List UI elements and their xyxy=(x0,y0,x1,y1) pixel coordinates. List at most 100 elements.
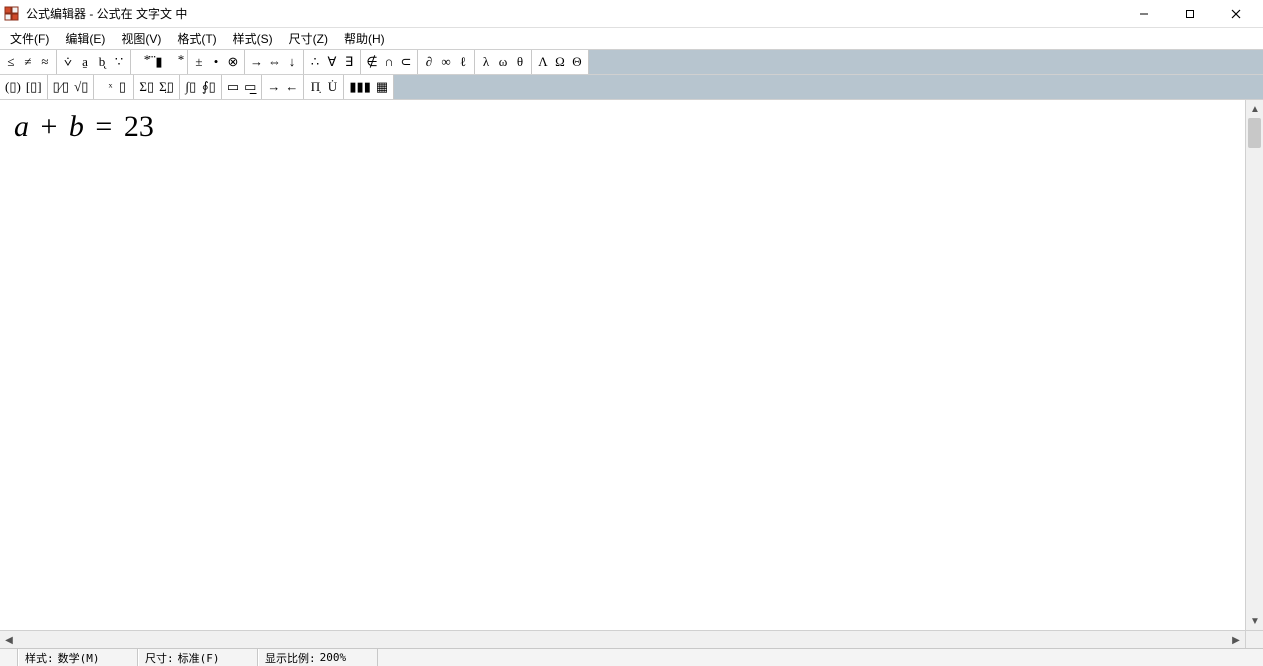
labeled-arrow-right-icon[interactable]: → xyxy=(266,78,281,96)
horizontal-scrollbar[interactable]: ◀ ▶ xyxy=(0,630,1245,648)
menu-edit[interactable]: 编辑(E) xyxy=(57,28,113,49)
contour-integral-template-icon[interactable]: ∮▯ xyxy=(201,78,217,96)
scroll-track-horizontal[interactable] xyxy=(18,631,1227,648)
matrix-grid-template-icon[interactable]: ▦ xyxy=(375,78,389,96)
partial-icon[interactable]: ∂ xyxy=(422,53,436,71)
scroll-up-icon[interactable]: ▲ xyxy=(1246,100,1263,118)
paren-template-icon[interactable]: (▯) xyxy=(4,78,22,96)
ell-icon[interactable]: ℓ xyxy=(456,53,470,71)
omega-icon[interactable]: ω xyxy=(496,53,510,71)
space-1-icon[interactable]: ▮⃰ xyxy=(135,53,149,71)
status-zoom-label: 显示比例: xyxy=(265,650,316,666)
Omega-icon[interactable]: Ω xyxy=(553,53,567,71)
union-template-icon[interactable]: U̇ xyxy=(325,78,339,96)
group-relations: ≤ ≠ ≈ xyxy=(0,50,57,74)
status-size-value: 标准(F) xyxy=(178,650,220,666)
toolbar-filler xyxy=(589,50,1263,74)
bracket-template-icon[interactable]: [▯] xyxy=(25,78,43,96)
status-flex xyxy=(378,649,1263,666)
therefore-icon[interactable]: ∴ xyxy=(308,53,322,71)
menu-size[interactable]: 尺寸(Z) xyxy=(281,28,336,49)
labeled-arrow-left-icon[interactable]: ← xyxy=(284,78,299,96)
intersect-icon[interactable]: ∩ xyxy=(382,53,396,71)
subset-icon[interactable]: ⊂ xyxy=(399,53,413,71)
group-logic: ∴ ∀ ∃ xyxy=(304,50,361,74)
neq-icon[interactable]: ≠ xyxy=(21,53,35,71)
group-spaces: ▮⃰ ⃛▮ ▮⃰ xyxy=(131,50,188,74)
equation-var-a: a xyxy=(14,110,29,143)
embellish-2-icon[interactable]: a̱ xyxy=(78,53,92,71)
group-fractions: ▯⁄▯ √▯ xyxy=(48,75,95,99)
status-size-label: 尺寸: xyxy=(145,650,174,666)
scroll-track-vertical[interactable] xyxy=(1246,118,1263,612)
scroll-down-icon[interactable]: ▼ xyxy=(1246,612,1263,630)
status-blank xyxy=(0,649,18,666)
radical-template-icon[interactable]: √▯ xyxy=(73,78,89,96)
group-overunder: ▭ ▭̲ xyxy=(222,75,263,99)
fraction-template-icon[interactable]: ▯⁄▯ xyxy=(52,78,70,96)
arrow-right-icon[interactable]: → xyxy=(249,53,264,71)
superscript-template-icon[interactable]: ▯ͯ xyxy=(98,78,112,96)
forall-icon[interactable]: ∀ xyxy=(325,53,339,71)
space-3-icon[interactable]: ▮⃰ xyxy=(169,53,183,71)
group-summation: Σ▯ Σ̤▯ xyxy=(134,75,179,99)
equation-plus: + xyxy=(37,110,62,143)
menu-style[interactable]: 样式(S) xyxy=(225,28,281,49)
notin-icon[interactable]: ∉ xyxy=(365,53,379,71)
group-products: Π̣ U̇ xyxy=(304,75,344,99)
minimize-button[interactable] xyxy=(1121,0,1167,28)
status-style-label: 样式: xyxy=(25,650,54,666)
iff-icon[interactable]: ⇔ xyxy=(267,53,282,71)
lambda-icon[interactable]: λ xyxy=(479,53,493,71)
status-style-value: 数学(M) xyxy=(58,650,100,666)
toolbar-filler-2 xyxy=(394,75,1263,99)
status-zoom-value: 200% xyxy=(320,651,347,664)
Lambda-icon[interactable]: Λ xyxy=(536,53,550,71)
sum-template-icon[interactable]: Σ▯ xyxy=(138,78,155,96)
product-template-icon[interactable]: Π̣ xyxy=(308,78,322,96)
scroll-thumb-vertical[interactable] xyxy=(1248,118,1261,148)
maximize-button[interactable] xyxy=(1167,0,1213,28)
embellish-1-icon[interactable]: ⩒ xyxy=(61,53,75,71)
equation[interactable]: a + b = 23 xyxy=(14,110,154,144)
status-style-panel[interactable]: 样式: 数学(M) xyxy=(18,649,138,666)
sum-limits-template-icon[interactable]: Σ̤▯ xyxy=(158,78,175,96)
equation-var-b: b xyxy=(69,110,84,143)
status-zoom-panel[interactable]: 显示比例: 200% xyxy=(258,649,378,666)
scroll-left-icon[interactable]: ◀ xyxy=(0,631,18,648)
group-operators: ± • ⊗ xyxy=(188,50,245,74)
integral-template-icon[interactable]: ∫▯ xyxy=(184,78,198,96)
menu-format[interactable]: 格式(T) xyxy=(169,28,224,49)
menu-view[interactable]: 视图(V) xyxy=(113,28,169,49)
status-size-panel[interactable]: 尺寸: 标准(F) xyxy=(138,649,258,666)
group-misc: ∂ ∞ ℓ xyxy=(418,50,475,74)
group-settheory: ∉ ∩ ⊂ xyxy=(361,50,418,74)
menu-file[interactable]: 文件(F) xyxy=(2,28,57,49)
space-2-icon[interactable]: ⃛▮ xyxy=(152,53,166,71)
menubar: 文件(F) 编辑(E) 视图(V) 格式(T) 样式(S) 尺寸(Z) 帮助(H… xyxy=(0,28,1263,50)
arrow-down-icon[interactable]: ↓ xyxy=(285,53,299,71)
menu-help[interactable]: 帮助(H) xyxy=(336,28,393,49)
infinity-icon[interactable]: ∞ xyxy=(439,53,453,71)
embellish-3-icon[interactable]: b̨ xyxy=(95,53,109,71)
overbar-template-icon[interactable]: ▭ xyxy=(226,78,240,96)
scroll-right-icon[interactable]: ▶ xyxy=(1227,631,1245,648)
embellish-4-icon[interactable]: ∵ xyxy=(112,53,126,71)
underbar-template-icon[interactable]: ▭̲ xyxy=(243,78,257,96)
equation-canvas[interactable]: a + b = 23 xyxy=(0,100,1245,630)
exists-icon[interactable]: ∃ xyxy=(342,53,356,71)
symbol-toolbar: ≤ ≠ ≈ ⩒ a̱ b̨ ∵ ▮⃰ ⃛▮ ▮⃰ ± • ⊗ → ⇔ ↓ ∴ ∀… xyxy=(0,50,1263,75)
vertical-scrollbar[interactable]: ▲ ▼ xyxy=(1245,100,1263,630)
theta-icon[interactable]: θ xyxy=(513,53,527,71)
group-fences: (▯) [▯] xyxy=(0,75,48,99)
close-button[interactable] xyxy=(1213,0,1259,28)
plusminus-icon[interactable]: ± xyxy=(192,53,206,71)
approx-icon[interactable]: ≈ xyxy=(38,53,52,71)
otimes-icon[interactable]: ⊗ xyxy=(226,53,240,71)
group-arrows: → ⇔ ↓ xyxy=(245,50,304,74)
leq-icon[interactable]: ≤ xyxy=(4,53,18,71)
subscript-template-icon[interactable]: ▯ xyxy=(115,78,129,96)
Theta-icon[interactable]: Θ xyxy=(570,53,584,71)
bullet-icon[interactable]: • xyxy=(209,53,223,71)
matrix-row-template-icon[interactable]: ▮▮▮ xyxy=(348,78,371,96)
